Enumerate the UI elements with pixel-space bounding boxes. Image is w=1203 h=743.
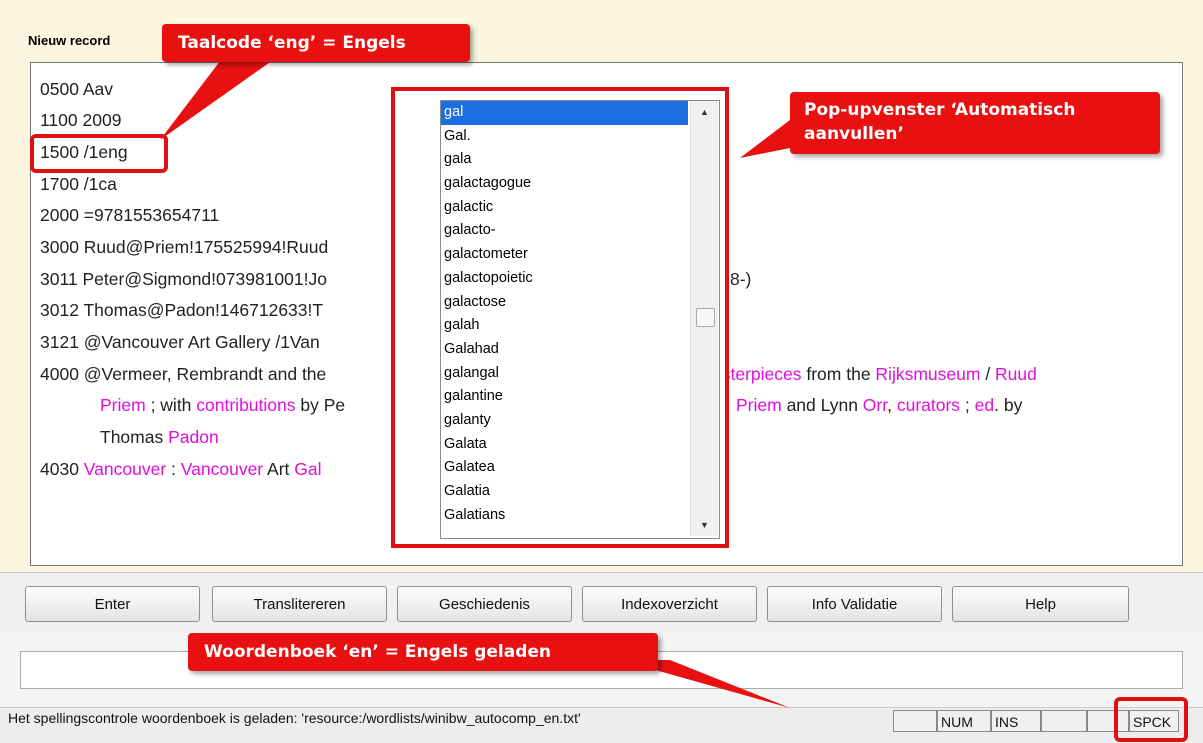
popup-callout-pointer [740,120,790,158]
language-code-callout: Taalcode ‘eng’ = Engels [162,24,470,62]
popup-callout: Pop-upvenster ‘Automatisch aanvullen’ [790,92,1160,154]
dictionary-callout: Woordenboek ‘en’ = Engels geladen [188,633,658,671]
